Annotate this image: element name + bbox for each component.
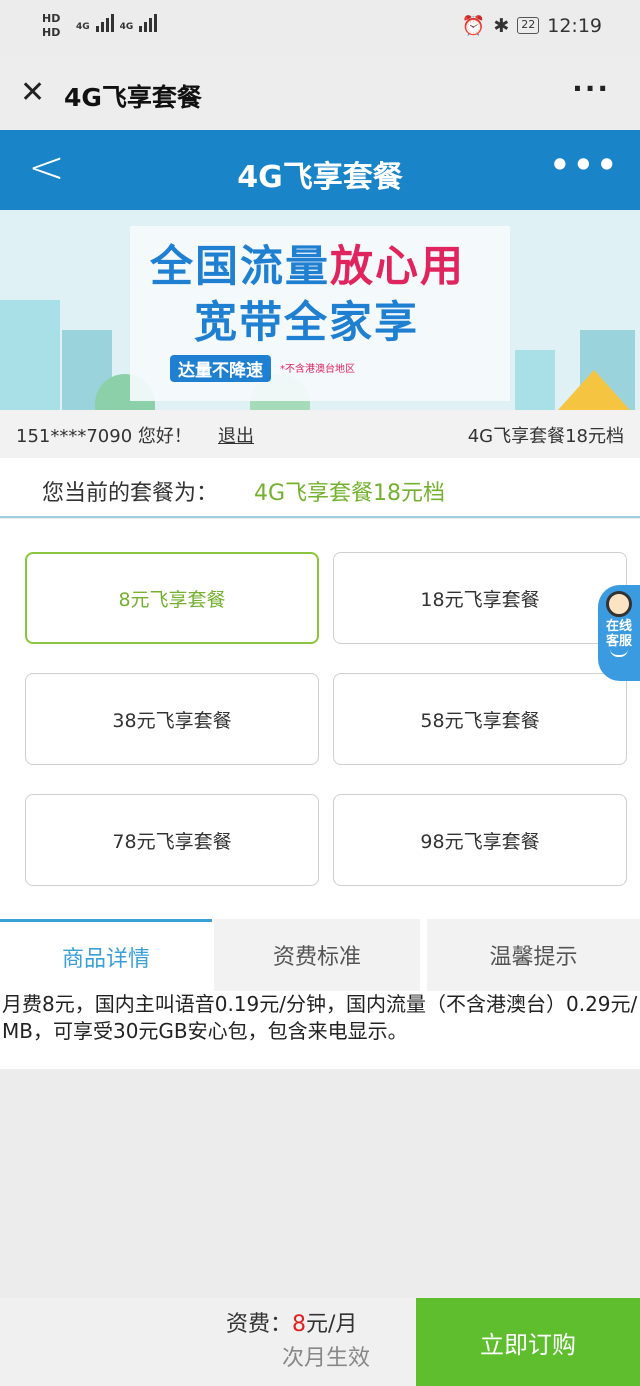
building-illustration bbox=[0, 300, 60, 410]
tent-illustration bbox=[558, 370, 630, 410]
banner-badge: 达量不降速 bbox=[170, 355, 271, 382]
service-avatar-icon bbox=[606, 591, 632, 617]
detail-tabs: 商品详情 资费标准 温馨提示 bbox=[0, 919, 640, 991]
signal-indicators: 4G 4G bbox=[76, 14, 158, 32]
tab-tips[interactable]: 温馨提示 bbox=[427, 919, 640, 991]
bluetooth-icon: ✱ bbox=[493, 14, 510, 37]
network-type-1: 4G bbox=[76, 22, 90, 32]
price-unit: 元/月 bbox=[306, 1312, 358, 1337]
service-label: 在线 客服 bbox=[598, 619, 640, 649]
clock: 12:19 bbox=[547, 14, 602, 37]
current-plan-label: 您当前的套餐为： bbox=[42, 481, 219, 506]
signal-icon-2 bbox=[139, 14, 158, 32]
user-greeting: 151****7090 您好！ bbox=[16, 426, 192, 447]
plan-grid: 8元飞享套餐 18元飞享套餐 38元飞享套餐 58元飞享套餐 78元飞享套餐 9… bbox=[0, 519, 640, 919]
online-service-button[interactable]: 在线 客服 bbox=[598, 585, 640, 681]
hd-badge-1: HD bbox=[42, 12, 61, 25]
banner-subheadline: 宽带全家享 bbox=[194, 298, 419, 348]
page-header: < 4G飞享套餐 ••• bbox=[0, 130, 640, 210]
price-value: 8 bbox=[292, 1312, 307, 1337]
service-label-line1: 在线 bbox=[605, 619, 632, 634]
hd-indicators: HD HD bbox=[42, 12, 60, 41]
smile-icon bbox=[610, 649, 628, 657]
building-illustration bbox=[515, 350, 555, 410]
banner-headline: 全国流量放心用 bbox=[150, 232, 465, 294]
buy-now-button[interactable]: 立即订购 bbox=[416, 1298, 640, 1386]
bottom-bar: 资费：8元/月 次月生效 立即订购 bbox=[0, 1298, 640, 1386]
tab-pricing[interactable]: 资费标准 bbox=[214, 919, 420, 991]
network-type-2: 4G bbox=[119, 22, 134, 32]
effective-note: 次月生效 bbox=[282, 1346, 371, 1371]
wechat-page-title: 4G飞享套餐 bbox=[64, 83, 202, 112]
logout-link[interactable]: 退出 bbox=[218, 422, 254, 448]
user-info-bar: 151****7090 您好！ 退出 4G飞享套餐18元档 bbox=[0, 410, 640, 458]
close-icon[interactable]: ✕ bbox=[20, 78, 45, 108]
product-detail-text: 月费8元，国内主叫语音0.19元/分钟，国内流量（不含港澳台）0.29元/MB，… bbox=[0, 991, 640, 1069]
plan-option-18[interactable]: 18元飞享套餐 bbox=[333, 552, 627, 644]
service-label-line2: 客服 bbox=[605, 634, 632, 649]
plan-option-8[interactable]: 8元飞享套餐 bbox=[25, 552, 319, 644]
page-title: 4G飞享套餐 bbox=[237, 160, 403, 195]
current-plan-value: 4G飞享套餐18元档 bbox=[254, 481, 446, 506]
plan-option-78[interactable]: 78元飞享套餐 bbox=[25, 794, 319, 886]
alarm-icon: ⏰ bbox=[461, 15, 486, 37]
banner-headline-part1: 全国流量 bbox=[150, 242, 330, 292]
banner-headline-part2: 放心用 bbox=[330, 242, 465, 292]
status-right: ⏰ ✱ 22 12:19 bbox=[461, 14, 602, 38]
plan-option-98[interactable]: 98元飞享套餐 bbox=[333, 794, 627, 886]
status-bar: HD HD 4G 4G ⏰ ✱ 22 12:19 bbox=[0, 0, 640, 56]
more-icon[interactable]: ••• bbox=[550, 146, 620, 184]
current-plan: 您当前的套餐为： 4G飞享套餐18元档 bbox=[0, 458, 640, 518]
plan-option-58[interactable]: 58元飞享套餐 bbox=[333, 673, 627, 765]
banner-note: *不含港澳台地区 bbox=[280, 364, 355, 375]
battery-icon: 22 bbox=[517, 17, 540, 34]
signal-icon bbox=[95, 14, 114, 32]
price-label: 资费： bbox=[226, 1312, 293, 1337]
tab-product-details[interactable]: 商品详情 bbox=[0, 919, 212, 991]
hd-badge-2: HD bbox=[42, 26, 61, 40]
promo-banner[interactable]: 全国流量放心用 宽带全家享 达量不降速 *不含港澳台地区 bbox=[0, 210, 640, 410]
user-plan: 4G飞享套餐18元档 bbox=[467, 426, 624, 447]
plan-option-38[interactable]: 38元飞享套餐 bbox=[25, 673, 319, 765]
price: 资费：8元/月 bbox=[226, 1306, 357, 1338]
wechat-nav-bar: ✕ 4G飞享套餐 ··· bbox=[0, 56, 640, 130]
more-icon[interactable]: ··· bbox=[572, 72, 610, 105]
